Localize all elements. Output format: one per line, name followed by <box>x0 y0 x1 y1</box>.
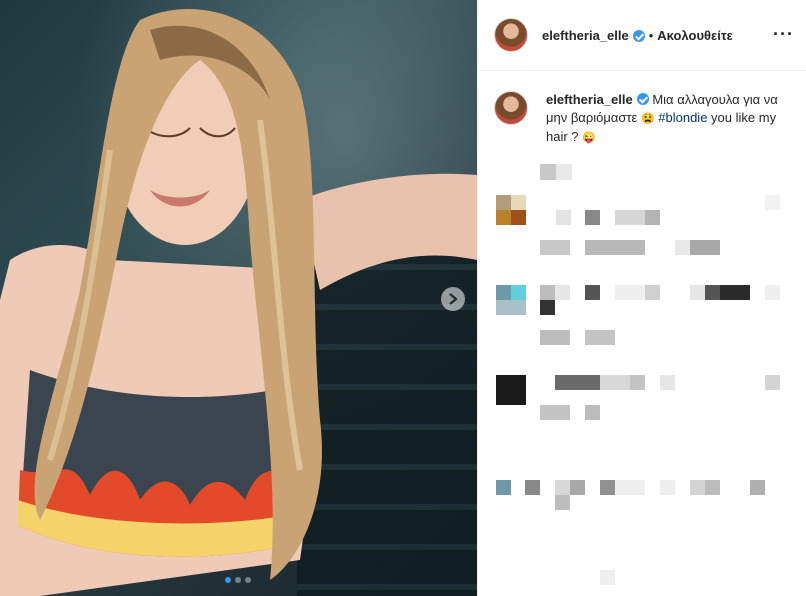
hashtag-link[interactable]: #blondie <box>658 110 707 125</box>
ellipsis-icon[interactable]: ··· <box>773 24 794 45</box>
commenter-avatar <box>496 375 526 405</box>
chevron-right-icon <box>449 293 458 305</box>
pixel-block <box>555 375 600 390</box>
pixel-block <box>615 285 645 300</box>
commenter-avatar <box>496 195 511 210</box>
pixel-block <box>675 240 690 255</box>
pixel-block <box>511 210 526 225</box>
carousel-dot-1 <box>225 577 231 583</box>
pixel-block <box>720 285 750 300</box>
carousel-indicator <box>225 577 251 583</box>
pixel-block <box>556 210 571 225</box>
post-sidebar: eleftheria_elle • Ακολουθείτε ··· elefth… <box>477 0 806 596</box>
pixel-block <box>556 164 572 180</box>
pixel-block <box>540 285 555 300</box>
next-image-button[interactable] <box>441 287 465 311</box>
pixel-block <box>570 480 585 495</box>
pixel-block <box>585 405 600 420</box>
pixel-block <box>765 195 780 210</box>
avatar[interactable] <box>494 18 528 52</box>
pixel-block <box>660 480 675 495</box>
commenter-avatar <box>496 285 511 300</box>
pixel-block <box>540 330 570 345</box>
emoji-tired: 😫 <box>640 113 655 125</box>
pixel-block <box>645 285 660 300</box>
caption-avatar[interactable] <box>494 91 528 125</box>
pixel-block <box>496 210 511 225</box>
post-container: eleftheria_elle • Ακολουθείτε ··· elefth… <box>0 0 806 596</box>
pixel-block <box>511 195 526 210</box>
photo-subject <box>0 8 477 596</box>
pixel-block <box>765 375 780 390</box>
pixel-block <box>615 480 645 495</box>
pixel-block <box>690 285 705 300</box>
caption-text: eleftheria_elle Μια αλλαγουλα για να μην… <box>546 91 786 147</box>
pixel-block <box>765 285 780 300</box>
username-link[interactable]: eleftheria_elle <box>542 28 629 43</box>
pixel-block <box>705 285 720 300</box>
commenter-avatar <box>496 480 511 495</box>
caption: eleftheria_elle Μια αλλαγουλα για να μην… <box>478 71 806 147</box>
verified-badge-icon <box>636 93 649 105</box>
emoji-wink: 😜 <box>582 132 596 144</box>
pixel-block <box>600 375 630 390</box>
pixel-block <box>555 480 570 495</box>
pixel-block <box>540 164 556 180</box>
pixel-block <box>660 375 675 390</box>
pixel-block <box>705 480 720 495</box>
carousel-dot-2 <box>235 577 241 583</box>
pixel-block <box>540 240 570 255</box>
post-image[interactable] <box>0 0 477 596</box>
pixel-block <box>600 480 615 495</box>
carousel-dot-3 <box>245 577 251 583</box>
pixel-block <box>750 480 765 495</box>
pixel-block <box>555 495 570 510</box>
pixel-block <box>540 405 570 420</box>
pixel-block <box>630 375 645 390</box>
following-button[interactable]: Ακολουθείτε <box>657 28 733 43</box>
caption-username[interactable]: eleftheria_elle <box>546 92 633 107</box>
verified-badge-icon <box>632 30 645 42</box>
pixel-block <box>600 570 615 585</box>
pixel-block <box>555 285 570 300</box>
pixel-block <box>690 240 720 255</box>
pixel-block <box>496 300 526 315</box>
pixel-block <box>540 300 555 315</box>
pixel-block <box>690 480 705 495</box>
pixel-block <box>585 240 645 255</box>
pixel-block <box>511 285 526 300</box>
pixel-block <box>615 210 645 225</box>
pixel-block <box>645 210 660 225</box>
pixel-block <box>585 330 615 345</box>
pixel-block <box>585 210 600 225</box>
pixel-block <box>585 285 600 300</box>
pixel-block <box>525 480 540 495</box>
separator: • <box>648 27 654 43</box>
post-header: eleftheria_elle • Ακολουθείτε ··· <box>478 0 806 71</box>
